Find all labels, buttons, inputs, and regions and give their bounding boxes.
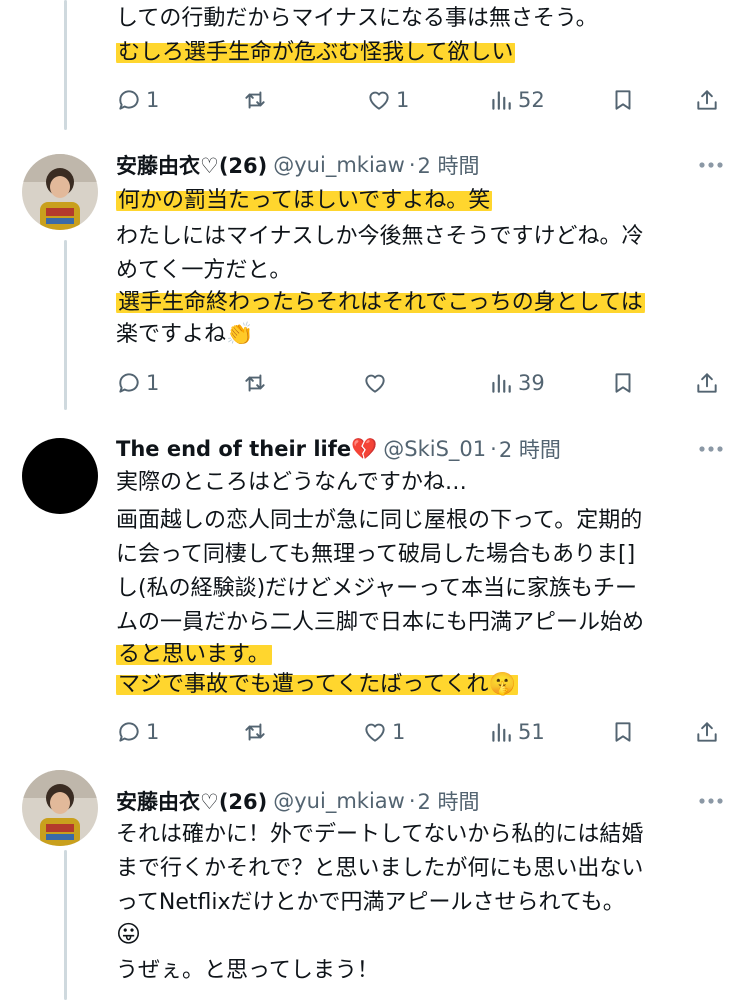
views-icon	[492, 91, 511, 110]
reply-count: 1	[146, 720, 160, 744]
display-name[interactable]: 安藤由衣♡(26)	[116, 150, 267, 180]
tweet-text-line: に会って同棲しても無理って破局した場合もありま[]	[116, 542, 636, 567]
avatar[interactable]	[22, 770, 98, 846]
like-count: 1	[392, 720, 406, 744]
reply-button[interactable]: 1	[116, 367, 159, 399]
tweet-text-line: 実際のところはどうなんですかね…	[116, 470, 467, 495]
thread-line	[64, 0, 67, 130]
share-icon	[697, 373, 717, 393]
like-count: 1	[396, 88, 410, 112]
separator-dot: ·	[408, 789, 416, 813]
views-count: 39	[518, 371, 545, 395]
bookmark-icon	[615, 722, 631, 742]
tweet-header: 安藤由衣♡(26) @yui_mkiaw · 2 時間	[116, 148, 730, 182]
reply-count: 1	[146, 88, 160, 112]
like-icon	[365, 374, 385, 393]
tweet-text-line: それは確かに！外でデートしてないから私的には結婚	[116, 822, 644, 847]
views-icon	[492, 723, 511, 742]
avatar-photo	[22, 770, 98, 846]
timestamp[interactable]: 2 時間	[418, 150, 480, 180]
avatar[interactable]	[22, 438, 98, 514]
tweet-header: 安藤由衣♡(26) @yui_mkiaw · 2 時間	[116, 784, 730, 818]
like-button[interactable]: 1	[362, 716, 405, 748]
tweet-text-line: マジで事故でも遭ってくたばってくれ🤫	[116, 672, 518, 697]
bookmark-button[interactable]	[610, 84, 636, 116]
retweet-button[interactable]	[242, 716, 268, 748]
separator-dot: ·	[490, 437, 497, 461]
tweet-text-line: 画面越しの恋人同士が急に同じ屋根の下って。定期的	[116, 508, 643, 533]
tweet-actions: 1 1 52	[116, 84, 726, 116]
views-button[interactable]: 52	[488, 84, 545, 116]
views-count: 52	[518, 88, 545, 112]
tweet-text-line: わたしにはマイナスしか今後無さそうですけどね。冷	[116, 224, 644, 249]
reply-button[interactable]: 1	[116, 716, 159, 748]
share-icon	[697, 90, 717, 110]
reply-icon	[119, 373, 139, 393]
tweet-text-line: 何かの罰当たってほしいですよね。笑	[116, 188, 493, 213]
bookmark-button[interactable]	[610, 716, 636, 748]
tweet-text-line: めてく一方だと。	[116, 258, 292, 283]
tweet-text-line: 😛	[116, 920, 142, 948]
like-icon	[365, 723, 385, 742]
reply-count: 1	[146, 371, 160, 395]
share-button[interactable]	[694, 716, 720, 748]
tweet-header: The end of their life💔 @SkiS_01 · 2 時間	[116, 432, 730, 466]
views-icon	[492, 374, 511, 393]
thread-line	[64, 850, 67, 1000]
separator-dot: ·	[408, 153, 416, 177]
tweet-text-line: うぜぇ。と思ってしまう！	[116, 958, 379, 983]
retweet-icon	[245, 723, 265, 741]
bookmark-button[interactable]	[610, 367, 636, 399]
user-handle[interactable]: @SkiS_01	[383, 437, 486, 461]
thread-line	[64, 240, 67, 410]
bookmark-icon	[615, 90, 631, 110]
tweet-text-line: ムの一員だから二人三脚で日本にも円満アピール始め	[116, 610, 645, 635]
timestamp[interactable]: 2 時間	[499, 434, 561, 464]
reply-icon	[119, 90, 139, 110]
tweet-text-line: 楽ですよね👏	[116, 322, 254, 347]
more-icon	[699, 798, 723, 804]
tweet-actions: 1 39	[116, 367, 726, 399]
more-button[interactable]	[694, 434, 728, 464]
tweet-text-line: 選手生命終わったらそれはそれでこっちの身としては	[116, 290, 645, 315]
tweet-text-line: ると思います。	[116, 642, 272, 667]
like-button[interactable]	[362, 367, 388, 399]
share-button[interactable]	[694, 367, 720, 399]
like-button[interactable]: 1	[366, 84, 409, 116]
more-icon	[699, 162, 723, 168]
retweet-button[interactable]	[242, 84, 268, 116]
user-handle[interactable]: @yui_mkiaw	[273, 153, 405, 177]
views-button[interactable]: 51	[488, 716, 545, 748]
views-button[interactable]: 39	[488, 367, 545, 399]
display-name[interactable]: 安藤由衣♡(26)	[116, 786, 267, 816]
timestamp[interactable]: 2 時間	[418, 786, 480, 816]
like-icon	[369, 91, 389, 110]
user-handle[interactable]: @yui_mkiaw	[273, 789, 405, 813]
tweet-text-line: ってNetflixだけとかで円満アピールさせられても。	[116, 890, 625, 915]
tweet-actions: 1 1 51	[116, 716, 726, 748]
share-button[interactable]	[694, 84, 720, 116]
more-icon	[699, 446, 723, 452]
bookmark-icon	[615, 373, 631, 393]
views-count: 51	[518, 720, 545, 744]
more-button[interactable]	[694, 150, 728, 180]
retweet-icon	[245, 374, 265, 392]
tweet-text-line: しての行動だからマイナスになる事は無さそう。	[116, 6, 598, 31]
more-button[interactable]	[694, 786, 728, 816]
tweet-text-line: むしろ選手生命が危ぶむ怪我して欲しい	[116, 40, 516, 65]
display-name[interactable]: The end of their life💔	[116, 437, 377, 462]
avatar-photo	[22, 154, 98, 230]
retweet-icon	[245, 91, 265, 109]
retweet-button[interactable]	[242, 367, 268, 399]
avatar[interactable]	[22, 154, 98, 230]
tweet-text-line: まで行くかそれで？と思いましたが何にも思い出ない	[116, 856, 644, 881]
tweet-text-line: し(私の経験談)だけどメジャーって本当に家族もチー	[116, 576, 637, 601]
reply-button[interactable]: 1	[116, 84, 159, 116]
share-icon	[697, 722, 717, 742]
reply-icon	[119, 722, 139, 742]
